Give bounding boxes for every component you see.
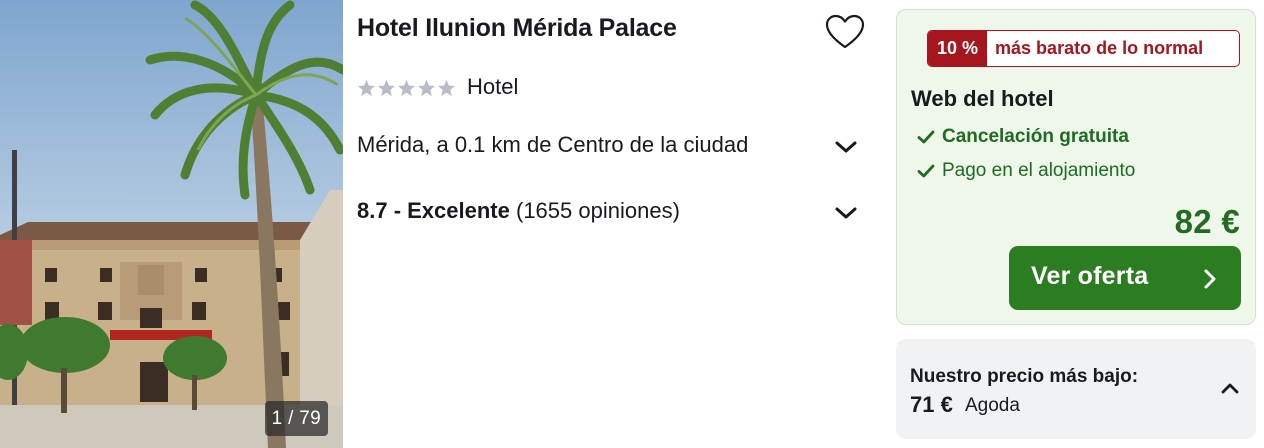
star-icon — [437, 79, 456, 97]
deal-badge: 10 % más barato de lo normal — [927, 30, 1240, 67]
rating-toggle[interactable]: 8.7 - Excelente (1655 opiniones) — [357, 196, 869, 230]
hotel-photo-image — [0, 0, 343, 448]
check-icon — [917, 164, 935, 178]
star-icon — [377, 79, 396, 97]
chevron-down-icon — [835, 141, 857, 153]
offer-provider: Web del hotel — [911, 86, 1054, 111]
photo-counter: 1 / 79 — [264, 401, 328, 436]
hotel-name[interactable]: Hotel Ilunion Mérida Palace — [357, 14, 677, 43]
view-offer-button[interactable]: Ver oferta — [1009, 246, 1241, 310]
feature-label: Cancelación gratuita — [942, 126, 1129, 147]
star-icon — [417, 79, 436, 97]
offer-price: 82 € — [1174, 203, 1240, 240]
star-icon — [357, 79, 376, 97]
favorite-button[interactable] — [824, 13, 866, 51]
check-icon — [917, 130, 935, 144]
hotel-details: Hotel Ilunion Mérida Palace Hotel Mérida… — [357, 0, 869, 448]
chevron-up-icon — [1221, 383, 1239, 394]
star-rating — [357, 79, 456, 98]
lowest-price-title: Nuestro precio más bajo: — [910, 366, 1139, 387]
rating-score: 8.7 - Excelente — [357, 198, 510, 223]
hotel-photo[interactable]: 1 / 79 — [0, 0, 343, 448]
chevron-right-icon — [1204, 269, 1216, 289]
chevron-down-icon — [835, 207, 857, 219]
lowest-price-panel[interactable]: Nuestro precio más bajo: 71 € Agoda — [896, 339, 1256, 439]
lowest-price-value: 71 € — [910, 392, 953, 417]
feature-pay-at-property: Pago en el alojamiento — [917, 160, 1135, 182]
offer-card: 10 % más barato de lo normal Web del hot… — [896, 9, 1256, 325]
hotel-type: Hotel — [467, 74, 519, 99]
rating-line: 8.7 - Excelente (1655 opiniones) — [357, 198, 680, 224]
deal-text: más barato de lo normal — [995, 38, 1204, 58]
location-toggle[interactable]: Mérida, a 0.1 km de Centro de la ciudad — [357, 130, 869, 164]
star-icon — [397, 79, 416, 97]
deal-percent: 10 % — [928, 31, 988, 66]
rating-reviews: (1655 opiniones) — [516, 198, 680, 223]
location-text: Mérida, a 0.1 km de Centro de la ciudad — [357, 132, 749, 157]
lowest-price-source: Agoda — [965, 395, 1020, 416]
heart-icon — [825, 14, 865, 49]
feature-label: Pago en el alojamiento — [942, 160, 1136, 181]
feature-free-cancellation: Cancelación gratuita — [917, 126, 1129, 148]
view-offer-label: Ver oferta — [1031, 262, 1149, 290]
